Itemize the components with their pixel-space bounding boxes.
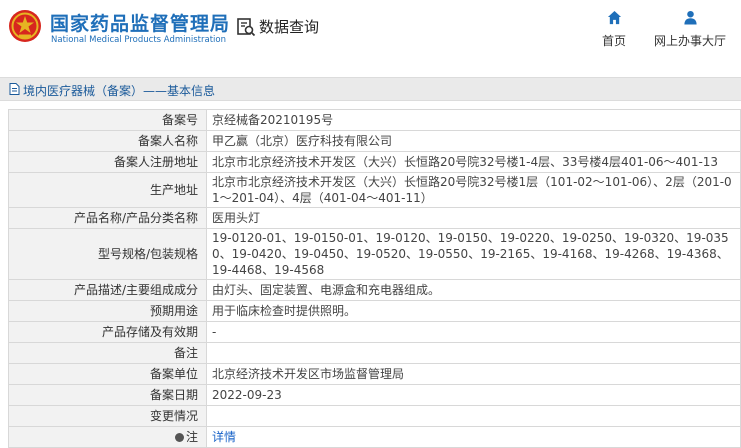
field-value: - bbox=[206, 321, 741, 343]
brand-name-cn: 国家药品监督管理局 bbox=[50, 13, 231, 35]
table-row: 型号规格/包装规格 19-0120-01、19-0150-01、19-0120、… bbox=[8, 228, 741, 280]
field-label: 备案日期 bbox=[8, 384, 207, 406]
user-icon bbox=[683, 10, 697, 25]
table-row: 产品名称/产品分类名称 医用头灯 bbox=[8, 207, 741, 229]
site-header: 国家药品监督管理局 National Medical Products Admi… bbox=[0, 0, 741, 62]
field-label: 备案人注册地址 bbox=[8, 151, 207, 173]
field-label: 备案号 bbox=[8, 109, 207, 131]
nav-home-label: 首页 bbox=[601, 34, 626, 48]
field-label: 备案单位 bbox=[8, 363, 207, 385]
nav-online-office-label: 网上办事大厅 bbox=[653, 34, 726, 48]
search-document-icon bbox=[237, 17, 256, 36]
field-label: 变更情况 bbox=[8, 405, 207, 427]
table-row: 产品描述/主要组成成分 由灯头、固定装置、电源盒和充电器组成。 bbox=[8, 279, 741, 301]
table-row: 备案号 京经械备20210195号 bbox=[8, 109, 741, 131]
field-label: 注 bbox=[8, 426, 207, 448]
table-row: 注 详情 bbox=[8, 426, 741, 448]
field-value: 2022-09-23 bbox=[206, 384, 741, 406]
field-value: 北京市北京经济技术开发区（大兴）长恒路20号院32号楼1层（101-02～101… bbox=[206, 172, 741, 208]
field-label: 产品名称/产品分类名称 bbox=[8, 207, 207, 229]
table-row: 预期用途 用于临床检查时提供照明。 bbox=[8, 300, 741, 322]
field-value: 19-0120-01、19-0150-01、19-0120、19-0150、19… bbox=[206, 228, 741, 280]
field-label: 生产地址 bbox=[8, 172, 207, 208]
field-label: 备注 bbox=[8, 342, 207, 364]
field-value: 北京市北京经济技术开发区（大兴）长恒路20号院32号楼1-4层、33号楼4层40… bbox=[206, 151, 741, 173]
field-label: 产品描述/主要组成成分 bbox=[8, 279, 207, 301]
table-row: 备案人注册地址 北京市北京经济技术开发区（大兴）长恒路20号院32号楼1-4层、… bbox=[8, 151, 741, 173]
field-value bbox=[206, 342, 741, 364]
field-value: 京经械备20210195号 bbox=[206, 109, 741, 131]
field-label: 预期用途 bbox=[8, 300, 207, 322]
field-label: 型号规格/包装规格 bbox=[8, 228, 207, 280]
data-query-label: 数据查询 bbox=[259, 18, 320, 36]
table-row: 备案日期 2022-09-23 bbox=[8, 384, 741, 406]
field-value: 详情 bbox=[206, 426, 741, 448]
field-value: 由灯头、固定装置、电源盒和充电器组成。 bbox=[206, 279, 741, 301]
brand-name-en: National Medical Products Administration bbox=[51, 35, 226, 45]
nav-home[interactable]: 首页 bbox=[596, 10, 632, 49]
section-header: 境内医疗器械（备案）——基本信息 bbox=[0, 77, 741, 101]
note-bullet-icon bbox=[174, 433, 184, 442]
table-row: 备案人名称 甲乙赢（北京）医疗科技有限公司 bbox=[8, 130, 741, 152]
basic-info-table: 备案号 京经械备20210195号 备案人名称 甲乙赢（北京）医疗科技有限公司 … bbox=[8, 109, 741, 448]
field-value: 北京经济技术开发区市场监督管理局 bbox=[206, 363, 741, 385]
data-query-link[interactable]: 数据查询 bbox=[236, 16, 319, 37]
field-label: 产品存储及有效期 bbox=[8, 321, 207, 343]
field-label: 备案人名称 bbox=[8, 130, 207, 152]
table-row: 备注 bbox=[8, 342, 741, 364]
field-value: 甲乙赢（北京）医疗科技有限公司 bbox=[206, 130, 741, 152]
table-row: 备案单位 北京经济技术开发区市场监督管理局 bbox=[8, 363, 741, 385]
national-emblem-logo bbox=[9, 10, 41, 42]
field-value bbox=[206, 405, 741, 427]
nav-online-office[interactable]: 网上办事大厅 bbox=[648, 10, 732, 49]
field-value: 用于临床检查时提供照明。 bbox=[206, 300, 741, 322]
details-link[interactable]: 详情 bbox=[212, 430, 236, 444]
table-row: 产品存储及有效期 - bbox=[8, 321, 741, 343]
home-icon bbox=[607, 10, 621, 25]
note-label: 注 bbox=[185, 430, 198, 444]
basic-info-table-body: 备案号 京经械备20210195号 备案人名称 甲乙赢（北京）医疗科技有限公司 … bbox=[8, 109, 741, 448]
section-title: 境内医疗器械（备案）——基本信息 bbox=[23, 84, 216, 98]
table-row: 变更情况 bbox=[8, 405, 741, 427]
field-value: 医用头灯 bbox=[206, 207, 741, 229]
document-icon bbox=[9, 83, 20, 95]
table-row: 生产地址 北京市北京经济技术开发区（大兴）长恒路20号院32号楼1层（101-0… bbox=[8, 172, 741, 208]
